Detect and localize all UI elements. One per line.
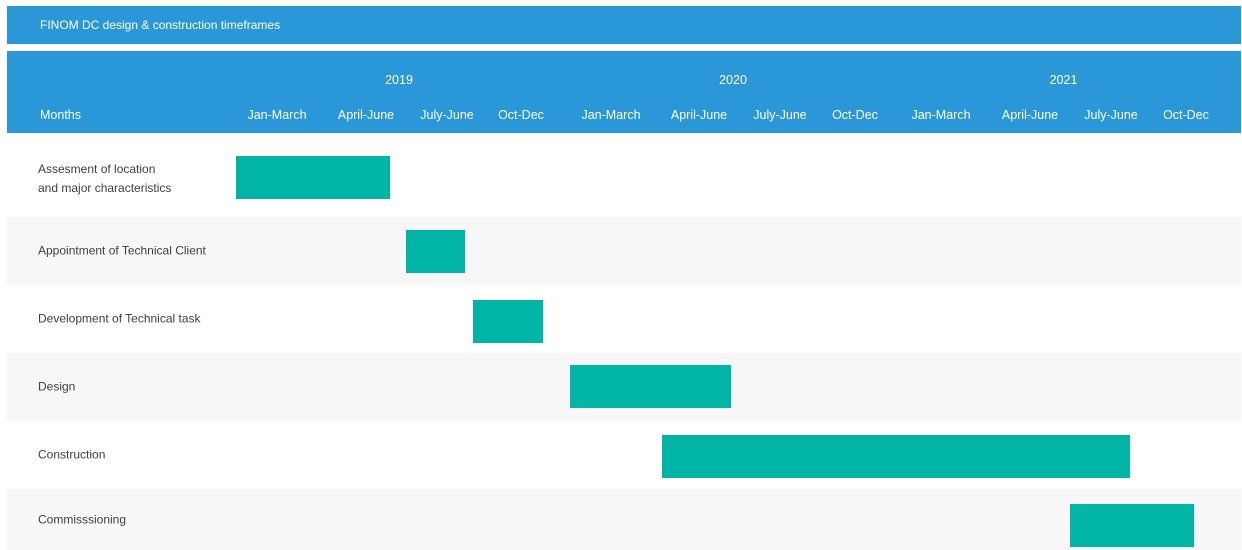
year-label: 2019 bbox=[385, 73, 413, 87]
task-bar bbox=[472, 300, 544, 343]
chart-title: FINOM DC design & construction timeframe… bbox=[40, 18, 281, 32]
period-label: Jan-March bbox=[581, 108, 641, 122]
period-label: July-June bbox=[420, 108, 474, 122]
period-label: Oct-Dec bbox=[1163, 108, 1209, 122]
task-label: Assesment of location and major characte… bbox=[38, 162, 172, 195]
task-label: Appointment of Technical Client bbox=[38, 243, 206, 258]
task-bar bbox=[570, 365, 732, 408]
task-bar bbox=[1070, 504, 1195, 547]
period-label: Jan-March bbox=[911, 108, 971, 122]
task-bar bbox=[406, 230, 466, 273]
period-label: Oct-Dec bbox=[832, 108, 878, 122]
period-label: July-June bbox=[1084, 108, 1138, 122]
chart-title-bar: FINOM DC design & construction timeframe… bbox=[7, 6, 1241, 44]
task-label: Development of Technical task bbox=[38, 311, 201, 326]
months-label: Months bbox=[40, 108, 81, 122]
period-label: April-June bbox=[337, 108, 395, 122]
task-bar bbox=[236, 156, 391, 199]
period-label: Oct-Dec bbox=[498, 108, 544, 122]
task-row: Development of Technical task bbox=[7, 285, 1241, 353]
task-label: Design bbox=[38, 379, 76, 394]
year-label: 2021 bbox=[1049, 73, 1078, 87]
task-row: Assesment of location and major characte… bbox=[7, 141, 1241, 217]
period-label: Jan-March bbox=[247, 108, 307, 122]
period-label: July-June bbox=[753, 108, 807, 122]
year-label: 2020 bbox=[719, 73, 747, 87]
task-label: Construction bbox=[38, 447, 106, 462]
task-label: Commisssioning bbox=[38, 512, 127, 526]
task-row: Appointment of Technical Client bbox=[7, 217, 1241, 285]
task-row: Commisssioning bbox=[7, 489, 1241, 550]
task-bar bbox=[662, 435, 1131, 478]
period-label: April-June bbox=[670, 108, 728, 122]
timeline-header: Months 2019 2020 2021 Jan-March April-June Ju… bbox=[7, 51, 1241, 133]
period-label: April-June bbox=[1001, 108, 1059, 122]
